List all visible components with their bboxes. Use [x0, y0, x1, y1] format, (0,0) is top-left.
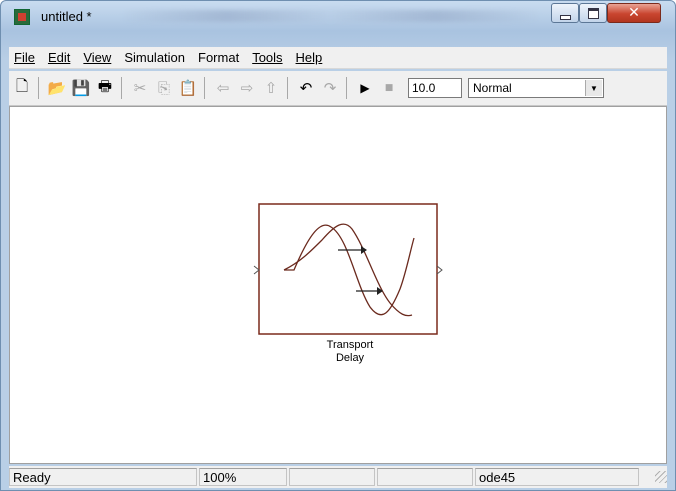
toolbar-separator — [287, 77, 288, 99]
simulink-app-icon[interactable] — [14, 9, 30, 25]
menu-format[interactable]: Format — [193, 50, 244, 65]
simulation-mode-value: Normal — [473, 81, 512, 95]
maximize-icon — [587, 7, 599, 19]
minimize-button[interactable] — [551, 3, 579, 23]
up-icon[interactable]: ⇧ — [260, 77, 282, 99]
menu-tools[interactable]: Tools — [247, 50, 287, 65]
close-button[interactable]: ✕ — [607, 3, 661, 23]
toolbar-separator — [346, 77, 347, 99]
canvas-drawing — [253, 203, 443, 335]
title-bar[interactable]: untitled * ✕ — [1, 1, 675, 31]
menu-simulation[interactable]: Simulation — [119, 50, 190, 65]
chevron-down-icon[interactable]: ▼ — [585, 80, 602, 96]
block-label[interactable]: Transport Delay — [310, 339, 390, 365]
menu-help[interactable]: Help — [291, 50, 328, 65]
menu-bar: File Edit View Simulation Format Tools H… — [9, 47, 667, 69]
status-text: Ready — [9, 468, 197, 486]
model-window: untitled * ✕ File Edit View Simulation F… — [0, 0, 676, 491]
resize-grip-icon[interactable] — [655, 471, 667, 483]
toolbar-separator — [38, 77, 39, 99]
toolbar: 🗋 📂 💾 🖶 ✂ ⎘ 📋 ⇦ ⇨ ⇧ ↶ ↷ ▶ ■ 10.0 Normal … — [9, 71, 667, 106]
model-canvas[interactable]: Transport Delay — [9, 106, 667, 464]
stop-icon[interactable]: ■ — [378, 77, 400, 99]
cut-icon[interactable]: ✂ — [129, 77, 151, 99]
maximize-button[interactable] — [579, 3, 607, 23]
run-icon[interactable]: ▶ — [354, 77, 376, 99]
status-cell-4 — [377, 468, 473, 486]
paste-icon[interactable]: 📋 — [177, 77, 199, 99]
stop-time-field[interactable]: 10.0 — [408, 78, 462, 98]
save-icon[interactable]: 💾 — [70, 77, 92, 99]
zoom-level: 100% — [199, 468, 287, 486]
redo-icon[interactable]: ↷ — [319, 77, 341, 99]
window-title: untitled * — [41, 9, 92, 24]
forward-icon[interactable]: ⇨ — [236, 77, 258, 99]
back-icon[interactable]: ⇦ — [212, 77, 234, 99]
open-icon[interactable]: 📂 — [46, 77, 68, 99]
toolbar-separator — [121, 77, 122, 99]
new-model-icon[interactable]: 🗋 — [11, 77, 33, 99]
copy-icon[interactable]: ⎘ — [153, 77, 175, 99]
block-label-line2: Delay — [335, 352, 365, 364]
block-label-line1: Transport — [326, 339, 374, 351]
print-icon[interactable]: 🖶 — [94, 77, 116, 99]
status-cell-3 — [289, 468, 375, 486]
simulation-mode-select[interactable]: Normal ▼ — [468, 78, 604, 98]
undo-icon[interactable]: ↶ — [295, 77, 317, 99]
title-bar-blurred-region — [121, 10, 541, 22]
solver-name: ode45 — [475, 468, 639, 486]
toolbar-separator — [204, 77, 205, 99]
status-bar: Ready 100% ode45 — [9, 466, 667, 488]
minimize-icon — [559, 14, 571, 20]
menu-file[interactable]: File — [9, 50, 40, 65]
menu-view[interactable]: View — [78, 50, 116, 65]
close-icon: ✕ — [628, 5, 640, 21]
menu-edit[interactable]: Edit — [43, 50, 75, 65]
